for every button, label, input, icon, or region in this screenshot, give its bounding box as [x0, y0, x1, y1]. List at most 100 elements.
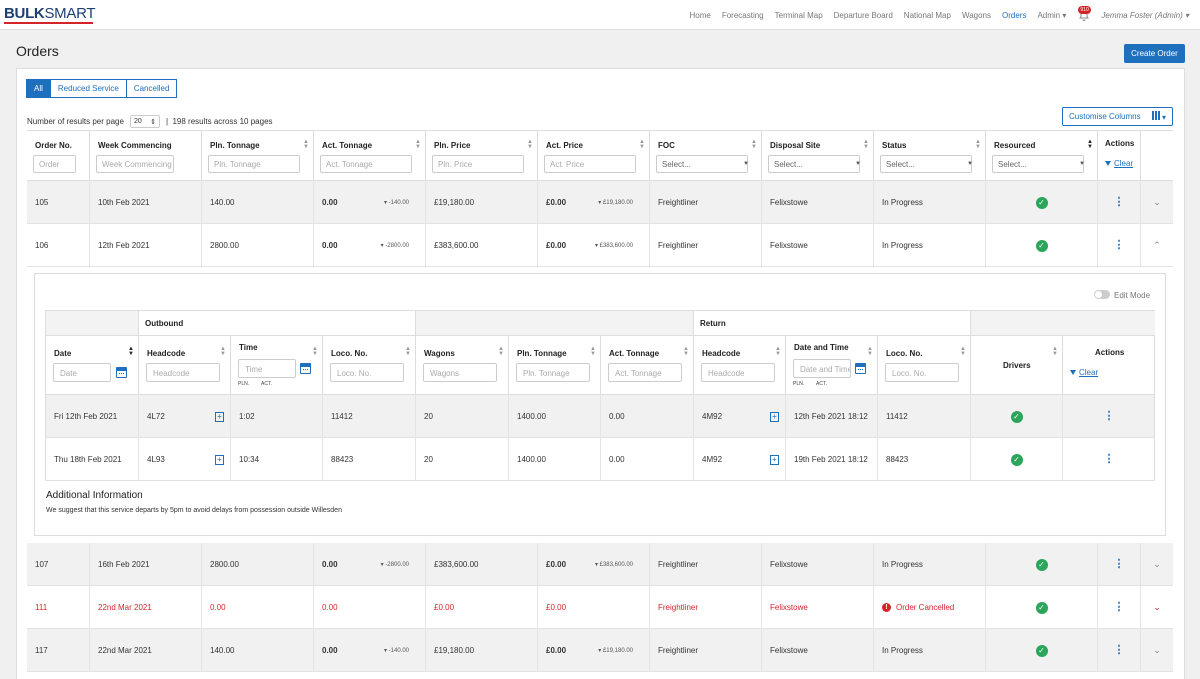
tab-cancelled[interactable]: Cancelled [125, 79, 178, 98]
sort-icon[interactable]: ▲ ▼ [498, 346, 504, 357]
col-detail-actions: Actions Clear [1063, 336, 1155, 395]
service-row[interactable]: Fri 12th Feb 2021 4L72 + 1:02 11412 20 14… [45, 395, 1155, 438]
bell-icon[interactable]: 910 [1077, 6, 1091, 22]
pln-tonnage-filter[interactable]: Pln. Tonnage [516, 363, 590, 382]
sort-icon[interactable]: ▲ ▼ [975, 139, 981, 150]
col-order-no: Order No. Order [27, 131, 90, 182]
sort-icon[interactable]: ▲ ▼ [415, 139, 421, 150]
per-page-select[interactable]: 20 ⇕ [129, 115, 160, 128]
disposal-site-select[interactable]: Select... [768, 155, 860, 173]
nav-terminal-map[interactable]: Terminal Map [775, 11, 823, 20]
sort-icon[interactable]: ▲ ▼ [1087, 139, 1093, 150]
sort-icon[interactable]: ▲ ▼ [220, 346, 226, 357]
pln-tonnage-filter[interactable]: Pln. Tonnage [208, 155, 300, 173]
sort-icon[interactable]: ▲ ▼ [863, 139, 869, 150]
loco-no-filter[interactable]: Loco. No. [330, 363, 404, 382]
table-row[interactable]: 105 10th Feb 2021 140.00 0.00 ▾ -140.00 £… [27, 181, 1173, 224]
expand-toggle[interactable]: ⌄ [1141, 181, 1173, 224]
clear-filters-link[interactable]: Clear [1070, 368, 1098, 377]
chevron-down-icon: ⌄ [1153, 602, 1161, 612]
sort-icon[interactable]: ▲ ▼ [312, 346, 318, 357]
nav-admin[interactable]: Admin ▾ [1037, 11, 1066, 20]
order-no[interactable]: 117 [27, 629, 90, 672]
sort-icon[interactable]: ▲ ▼ [527, 139, 533, 150]
status-select[interactable]: Select... [880, 155, 972, 173]
order-no[interactable]: 111 [27, 586, 90, 629]
sort-icon[interactable]: ▲ ▼ [775, 346, 781, 357]
expand-toggle[interactable]: ⌃ [1141, 224, 1173, 267]
kebab-icon[interactable]: ⋮ [1104, 454, 1115, 465]
table-row[interactable]: 106 12th Feb 2021 2800.00 0.00 ▾ -2800.00… [27, 224, 1173, 267]
create-order-button[interactable]: Create Order [1124, 44, 1185, 63]
calendar-icon[interactable] [300, 363, 311, 374]
plus-icon[interactable]: + [770, 454, 779, 465]
kebab-icon[interactable]: ⋮ [1114, 559, 1125, 570]
foc-select[interactable]: Select... [656, 155, 748, 173]
order-no[interactable]: 107 [27, 543, 90, 586]
user-menu[interactable]: Jemma Foster (Admin) ▾ [1101, 11, 1189, 20]
table-row[interactable]: 117 22nd Mar 2021 140.00 0.00 ▾ -140.00 £… [27, 629, 1173, 672]
expand-toggle[interactable]: ⌄ [1141, 629, 1173, 672]
return-headcode-filter[interactable]: Headcode [701, 363, 775, 382]
sort-icon[interactable]: ▲ ▼ [683, 346, 689, 357]
pln-price-filter[interactable]: Pln. Price [432, 155, 524, 173]
chevron-down-icon: ▼ [855, 161, 861, 167]
nav-forecasting[interactable]: Forecasting [722, 11, 764, 20]
kebab-icon[interactable]: ⋮ [1104, 411, 1115, 422]
nav-wagons[interactable]: Wagons [962, 11, 991, 20]
calendar-icon[interactable] [116, 367, 127, 378]
act-price-filter[interactable]: Act. Price [544, 155, 636, 173]
sort-icon[interactable]: ▲ ▼ [1052, 346, 1058, 357]
calendar-icon[interactable] [855, 363, 866, 374]
expand-toggle[interactable]: ⌄ [1141, 543, 1173, 586]
return-loco-no-filter[interactable]: Loco. No. [885, 363, 959, 382]
col-pln-tonnage: Pln. Tonnage Pln. Tonnage ▲ ▼ [509, 336, 601, 395]
check-icon: ✓ [1035, 644, 1048, 657]
filter-icon [1070, 370, 1076, 376]
clear-filters-link[interactable]: Clear [1105, 159, 1133, 168]
nav-home[interactable]: Home [689, 11, 710, 20]
date-time-filter[interactable]: Date and Time [793, 359, 851, 378]
sort-icon[interactable]: ▲ ▼ [960, 346, 966, 357]
order-no[interactable]: 105 [27, 181, 90, 224]
nav-orders[interactable]: Orders [1002, 11, 1026, 20]
order-no[interactable]: 106 [27, 224, 90, 267]
time-filter[interactable]: Time [238, 359, 296, 378]
tab-all[interactable]: All [26, 79, 51, 98]
week-commencing-filter[interactable]: Week Commencing [96, 155, 174, 173]
wagons-filter[interactable]: Wagons [423, 363, 497, 382]
edit-mode-toggle[interactable] [1094, 290, 1110, 299]
date-filter[interactable]: Date [53, 363, 111, 382]
nav-departure-board[interactable]: Departure Board [834, 11, 893, 20]
sort-icon[interactable]: ▲ ▼ [405, 346, 411, 357]
sort-icon[interactable]: ▲ ▼ [128, 346, 134, 357]
table-row[interactable]: 111 22nd Mar 2021 0.00 0.00 £0.00 £0.00 … [27, 586, 1173, 629]
plus-icon[interactable]: + [215, 454, 224, 465]
logo[interactable]: BULKSMART [4, 5, 96, 22]
headcode-filter[interactable]: Headcode [146, 363, 220, 382]
sort-icon[interactable]: ▲ ▼ [639, 139, 645, 150]
tab-reduced-service[interactable]: Reduced Service [49, 79, 127, 98]
sort-icon[interactable]: ▲ ▼ [867, 346, 873, 357]
service-row[interactable]: Thu 18th Feb 2021 4L93 + 10:34 88423 20 1… [45, 438, 1155, 481]
foc: Freightliner [650, 629, 762, 672]
act-tonnage-filter[interactable]: Act. Tonnage [320, 155, 412, 173]
resourced-select[interactable]: Select... [992, 155, 1084, 173]
kebab-icon[interactable]: ⋮ [1114, 602, 1125, 613]
table-row[interactable]: 107 16th Feb 2021 2800.00 0.00 ▾ -2800.00… [27, 543, 1173, 586]
act-tonnage-filter[interactable]: Act. Tonnage [608, 363, 682, 382]
nav-national-map[interactable]: National Map [904, 11, 951, 20]
service-wagons: 20 [416, 395, 509, 438]
customise-columns-button[interactable]: Customise Columns ▾ [1062, 107, 1173, 126]
order-no-filter[interactable]: Order [33, 155, 76, 173]
kebab-icon[interactable]: ⋮ [1114, 240, 1125, 251]
kebab-icon[interactable]: ⋮ [1114, 197, 1125, 208]
plus-icon[interactable]: + [770, 411, 779, 422]
sort-icon[interactable]: ▲ ▼ [751, 139, 757, 150]
sort-icon[interactable]: ▲ ▼ [303, 139, 309, 150]
expand-toggle[interactable]: ⌄ [1141, 586, 1173, 629]
sort-icon[interactable]: ▲ ▼ [590, 346, 596, 357]
kebab-icon[interactable]: ⋮ [1114, 645, 1125, 656]
actions: ⋮ [1098, 224, 1141, 267]
plus-icon[interactable]: + [215, 411, 224, 422]
